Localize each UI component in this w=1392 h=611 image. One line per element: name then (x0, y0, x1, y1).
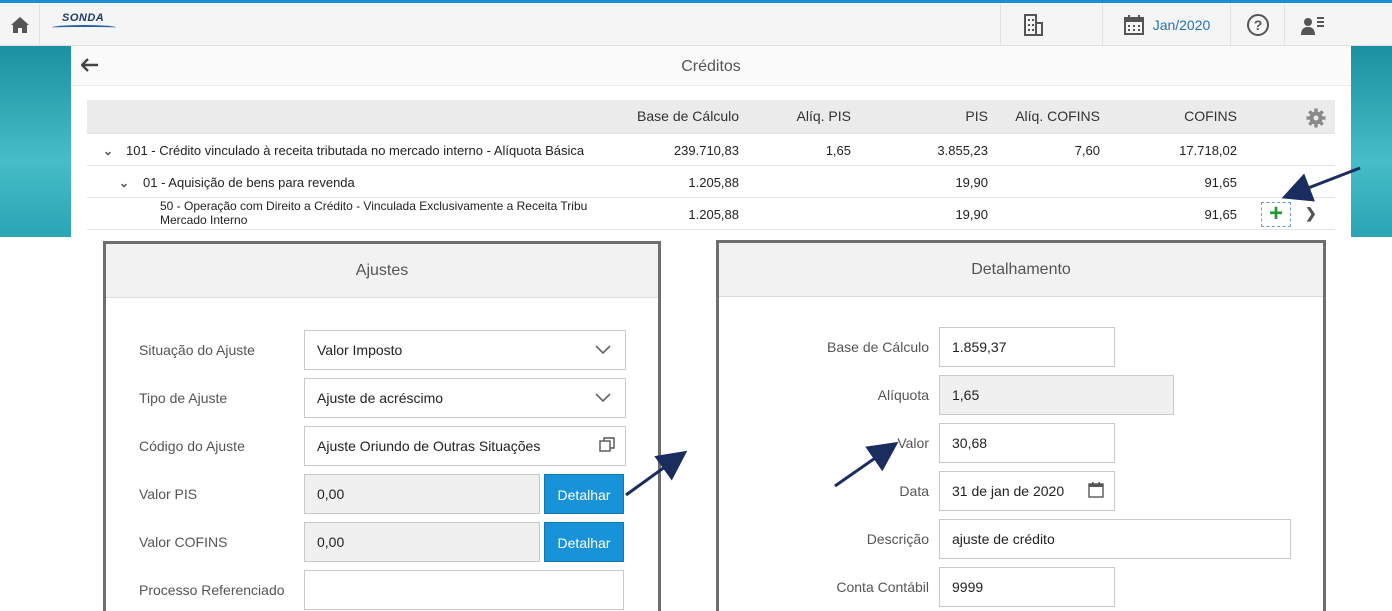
annotation-arrow-add (1281, 166, 1361, 202)
annotation-arrow-detalhar (625, 450, 688, 497)
annotation-arrow-valor (834, 441, 899, 488)
annotation-arrows (625, 166, 1361, 497)
